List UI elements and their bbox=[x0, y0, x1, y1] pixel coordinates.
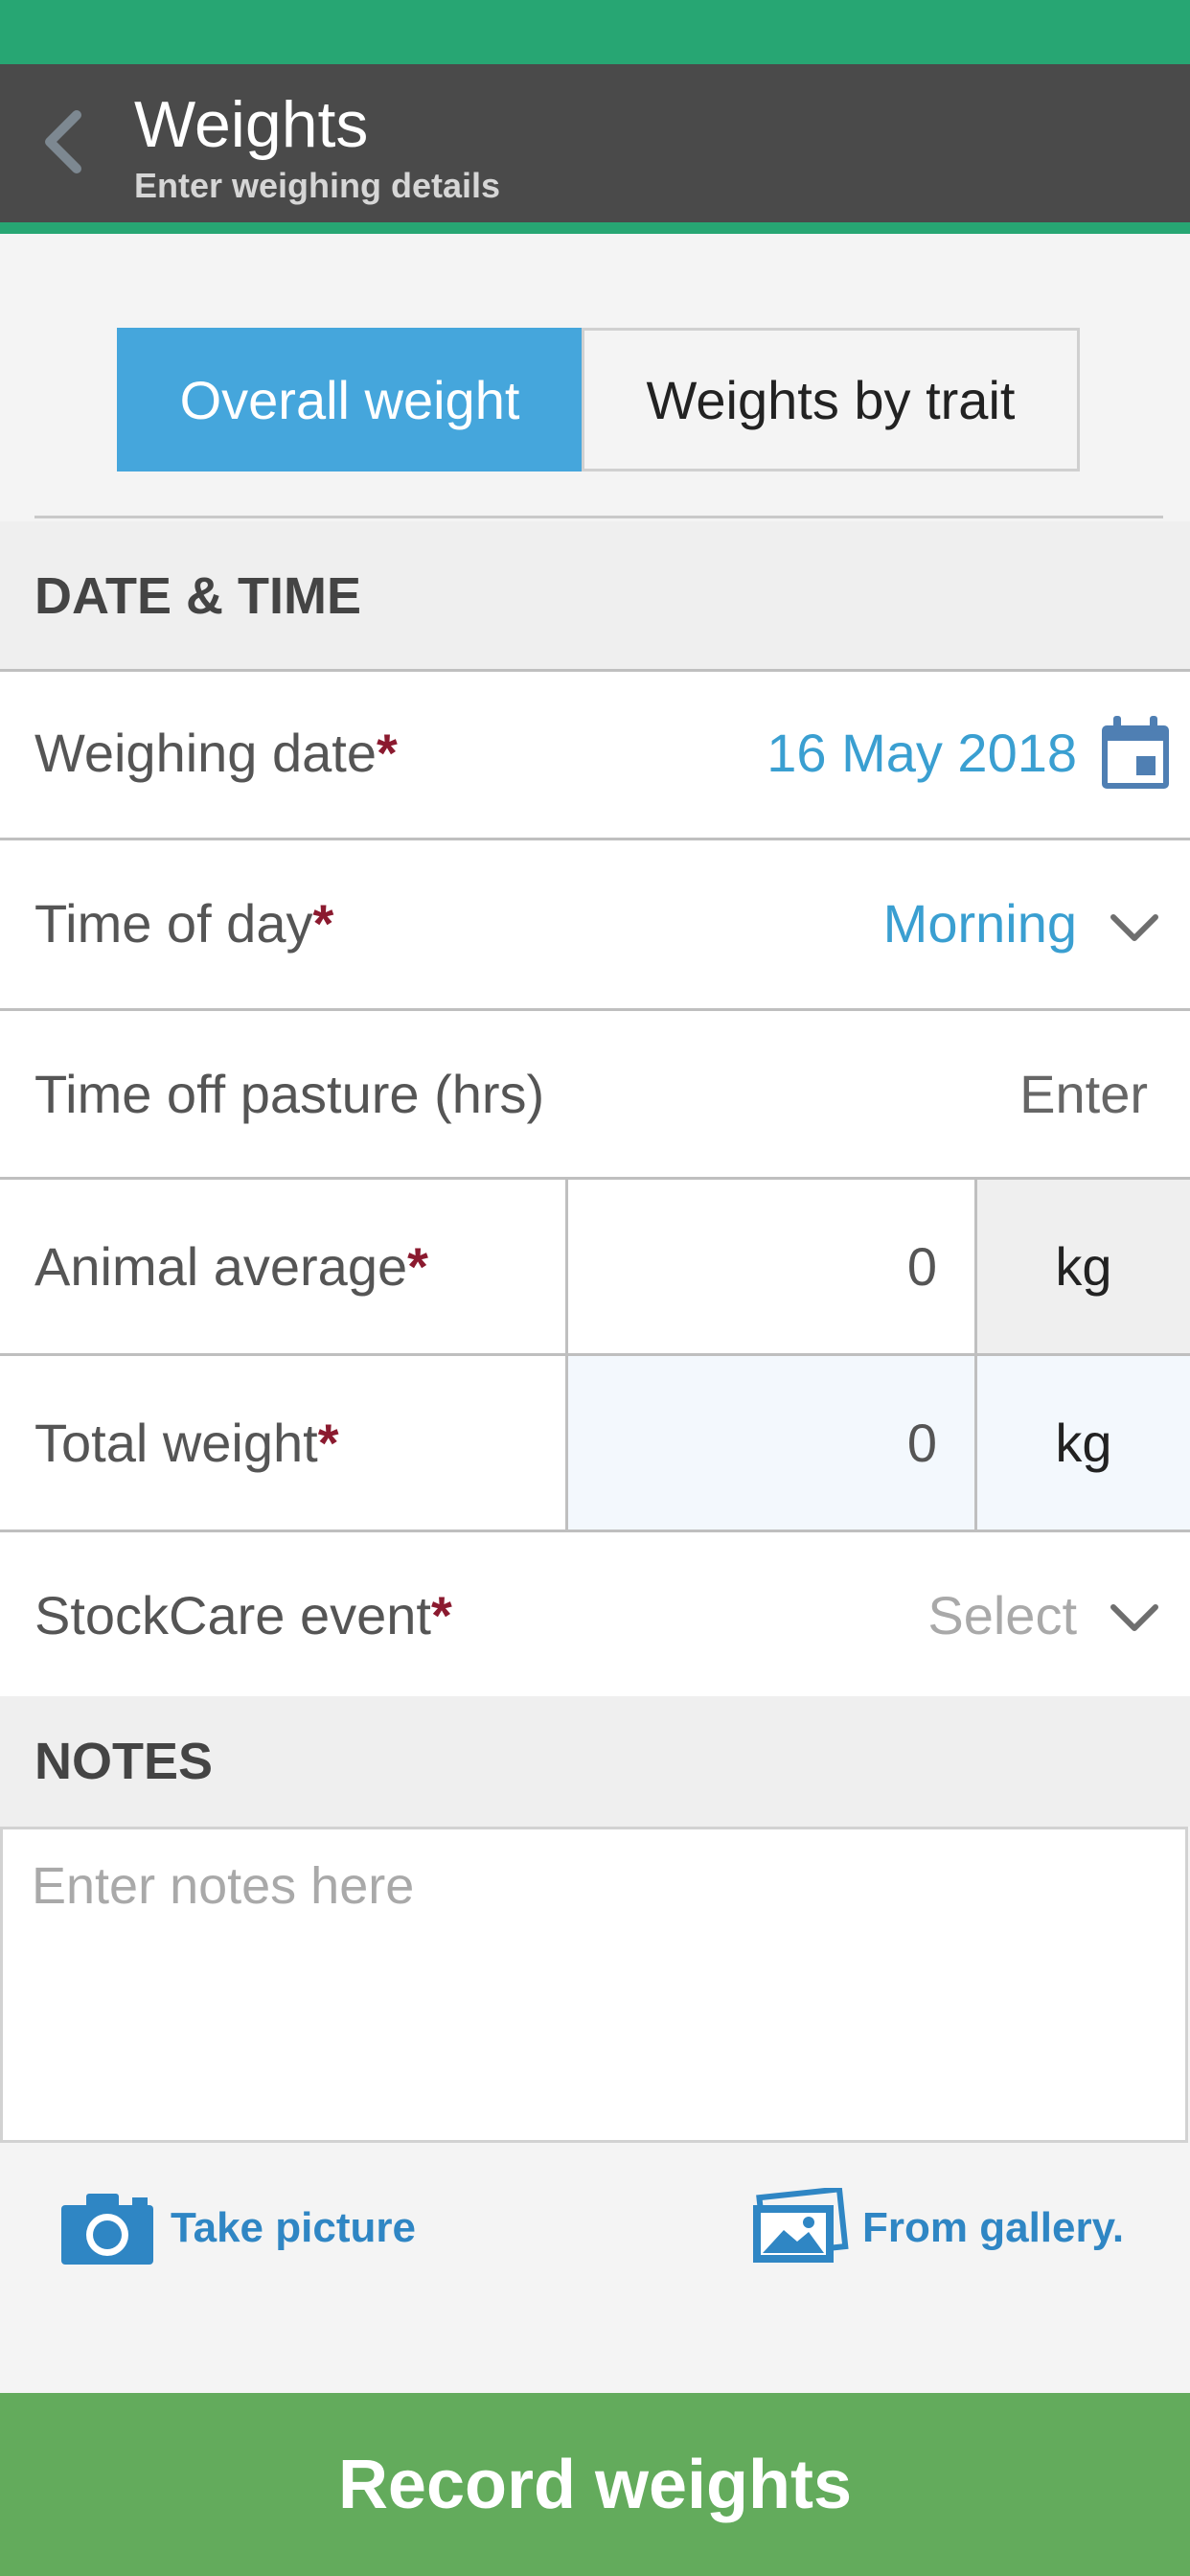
total-weight-row: Total weight* 0 kg bbox=[0, 1353, 1190, 1530]
page-title: Weights bbox=[134, 88, 369, 161]
stockcare-event-label: StockCare event* bbox=[34, 1585, 452, 1645]
status-bar bbox=[0, 0, 1190, 64]
stockcare-event-select[interactable]: Select bbox=[927, 1582, 1077, 1649]
notes-textarea[interactable]: Enter notes here bbox=[0, 1827, 1188, 2143]
time-off-pasture-row[interactable]: Time off pasture (hrs) Enter bbox=[0, 1008, 1190, 1177]
chevron-down-icon[interactable] bbox=[1108, 1598, 1161, 1636]
time-off-pasture-input[interactable]: Enter bbox=[1019, 1061, 1148, 1128]
time-of-day-label: Time of day* bbox=[34, 893, 334, 954]
weighing-date-row[interactable]: Weighing date* 16 May 2018 bbox=[0, 669, 1190, 838]
weighing-date-label: Weighing date* bbox=[34, 723, 398, 783]
animal-average-label: Animal average* bbox=[34, 1236, 428, 1297]
take-picture-button[interactable]: Take picture bbox=[59, 2175, 416, 2281]
notes-placeholder: Enter notes here bbox=[32, 1857, 415, 1915]
chevron-down-icon[interactable] bbox=[1108, 908, 1161, 946]
total-weight-label: Total weight* bbox=[34, 1413, 339, 1473]
section-header-date-time: DATE & TIME bbox=[0, 521, 1190, 671]
from-gallery-button[interactable]: From gallery. bbox=[749, 2175, 1124, 2281]
time-of-day-row[interactable]: Time of day* Morning bbox=[0, 838, 1190, 1008]
tab-overall-weight[interactable]: Overall weight bbox=[117, 328, 583, 472]
header-accent-bar bbox=[0, 222, 1190, 234]
from-gallery-label: From gallery. bbox=[862, 2204, 1125, 2251]
record-weights-button[interactable]: Record weights bbox=[0, 2393, 1190, 2576]
animal-average-input[interactable]: 0 bbox=[565, 1180, 975, 1353]
page-subtitle: Enter weighing details bbox=[134, 166, 501, 205]
time-off-pasture-label: Time off pasture (hrs) bbox=[34, 1064, 545, 1124]
section-header-notes: NOTES bbox=[0, 1696, 1190, 1827]
time-of-day-value[interactable]: Morning bbox=[883, 890, 1077, 957]
stockcare-event-row[interactable]: StockCare event* Select bbox=[0, 1530, 1190, 1696]
camera-icon bbox=[61, 2194, 153, 2265]
chevron-left-icon bbox=[45, 110, 81, 173]
back-button[interactable] bbox=[36, 104, 94, 180]
weighing-date-value[interactable]: 16 May 2018 bbox=[767, 720, 1077, 787]
tab-weights-by-trait[interactable]: Weights by trait bbox=[582, 328, 1080, 472]
divider bbox=[34, 516, 1163, 518]
total-weight-input[interactable]: 0 bbox=[565, 1356, 975, 1530]
animal-average-row: Animal average* 0 kg bbox=[0, 1177, 1190, 1353]
gallery-icon bbox=[753, 2188, 849, 2263]
calendar-icon[interactable] bbox=[1098, 714, 1173, 793]
total-weight-unit[interactable]: kg bbox=[974, 1356, 1190, 1530]
animal-average-unit[interactable]: kg bbox=[974, 1180, 1190, 1353]
take-picture-label: Take picture bbox=[171, 2204, 416, 2251]
